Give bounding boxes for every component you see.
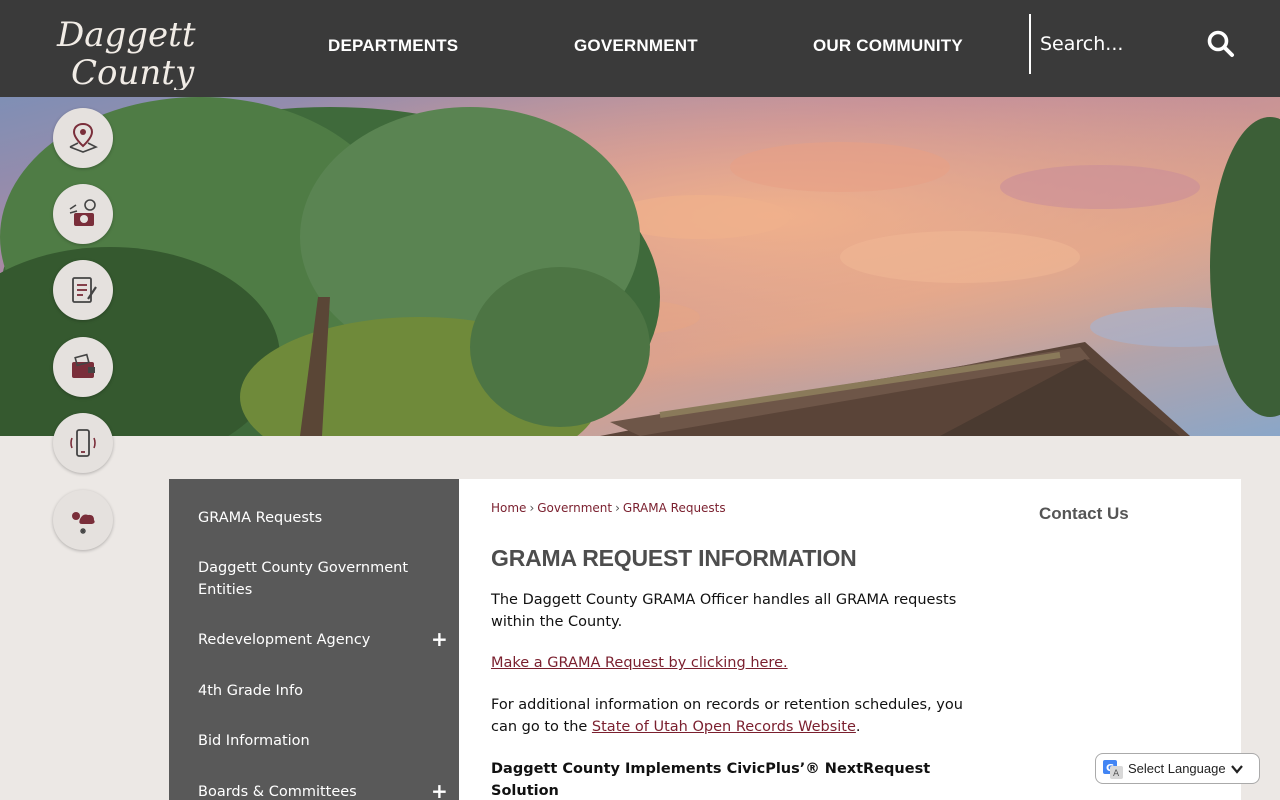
sidebar-item-bid-information[interactable]: Bid Information [198,730,428,752]
records-info-period: . [855,719,861,735]
quick-link-map[interactable] [53,108,113,168]
section-sidebar: GRAMA Requests Daggett County Government… [169,479,459,800]
breadcrumb-government[interactable]: Government [537,501,612,515]
quick-link-tourism[interactable] [53,184,113,244]
sidebar-item-redevelopment-agency[interactable]: Redevelopment Agency [198,629,428,651]
page-title: GRAMA REQUEST INFORMATION [491,545,857,571]
language-selector[interactable]: G A Select Language [1095,753,1260,784]
grama-request-link-paragraph: Make a GRAMA Request by clicking here. [491,652,971,674]
quick-link-notify[interactable] [53,413,113,473]
sidebar-item-government-entities[interactable]: Daggett County Government Entities [198,557,428,601]
chevron-down-icon [1230,764,1243,774]
main-content: Home › Government › GRAMA Requests GRAMA REQ… [459,479,1241,800]
google-translate-icon: G A [1103,759,1123,779]
nav-government[interactable]: GOVERNMENT [574,36,698,56]
mobile-phone-icon [70,429,96,457]
wallet-icon [72,353,95,378]
language-selector-label: Select Language [1128,761,1226,776]
permit-document-icon [72,277,97,303]
search-input[interactable] [1040,26,1190,62]
records-info-paragraph: For additional information on records or… [491,694,971,738]
svg-text:A: A [1113,769,1120,779]
expand-boards-committees-button[interactable]: + [431,779,448,800]
nextrequest-heading: Daggett County Implements CivicPlus’® Ne… [491,761,931,799]
quick-link-permits[interactable] [53,260,113,320]
search-icon [1207,30,1234,57]
intro-paragraph: The Daggett County GRAMA Officer handles… [491,592,957,630]
breadcrumb-grama-requests[interactable]: GRAMA Requests [623,501,726,515]
search-button[interactable] [1205,28,1237,60]
sidebar-item-boards-committees[interactable]: Boards & Committees [198,781,428,800]
sidebar-item-4th-grade-info[interactable]: 4th Grade Info [198,680,428,702]
search-divider [1029,14,1031,74]
breadcrumb: Home › Government › GRAMA Requests [491,501,726,515]
hero-banner-image [0,97,1280,436]
nav-departments[interactable]: DEPARTMENTS [328,36,458,56]
sidebar-item-grama-requests[interactable]: GRAMA Requests [198,507,428,529]
expand-redevelopment-agency-button[interactable]: + [431,627,448,651]
breadcrumb-separator: › [615,501,620,515]
map-pin-icon [69,122,98,153]
quick-link-payments[interactable] [53,337,113,397]
contact-us-heading[interactable]: Contact Us [1039,504,1129,524]
state-open-records-link[interactable]: State of Utah Open Records Website [592,719,856,735]
site-header: Daggett County DEPARTMENTS GOVERNMENT OU… [0,0,1280,97]
logo-line2: County [71,53,195,90]
breadcrumb-home[interactable]: Home [491,501,526,515]
nav-our-community[interactable]: OUR COMMUNITY [813,36,963,56]
tourism-camera-icon [69,199,96,226]
daggett-county-logo[interactable]: Daggett County [55,12,230,90]
breadcrumb-separator: › [529,501,535,515]
weather-icon [72,512,95,534]
make-grama-request-link[interactable]: Make a GRAMA Request by clicking here. [491,655,788,671]
logo-line1: Daggett [56,15,196,55]
quick-link-weather[interactable] [53,490,113,550]
